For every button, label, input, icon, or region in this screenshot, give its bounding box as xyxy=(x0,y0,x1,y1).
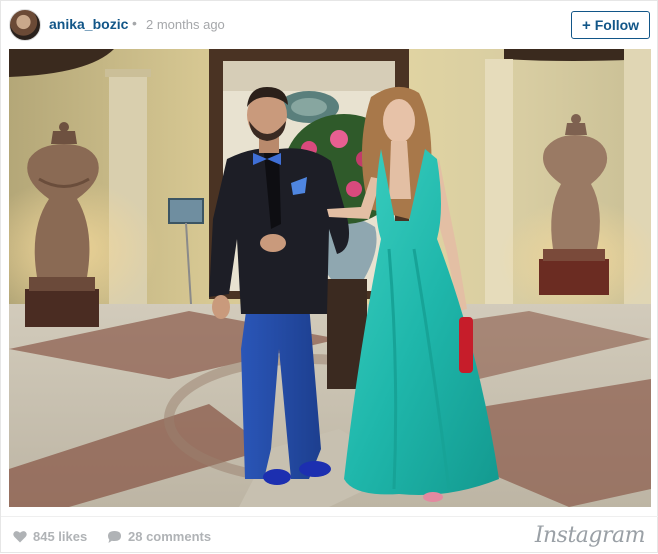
post-photo[interactable] xyxy=(9,49,651,507)
plus-icon: + xyxy=(581,16,591,34)
likes-count[interactable]: 845 likes xyxy=(13,529,87,544)
heart-icon xyxy=(13,531,27,543)
avatar[interactable] xyxy=(9,9,41,41)
post-time[interactable]: 2 months ago xyxy=(146,17,225,32)
separator-dot: • xyxy=(132,15,137,31)
comment-bubble-icon xyxy=(108,530,121,543)
comments-label: 28 comments xyxy=(128,529,212,544)
likes-label: 845 likes xyxy=(33,529,88,544)
follow-button[interactable]: + Follow xyxy=(571,11,650,39)
comments-count[interactable]: 28 comments xyxy=(107,529,211,544)
post-card: anika_bozic • 2 months ago + Follow 845 … xyxy=(0,0,658,553)
instagram-logo[interactable]: Instagram xyxy=(535,523,646,548)
follow-label: Follow xyxy=(594,17,640,33)
post-header: anika_bozic • 2 months ago + Follow xyxy=(1,1,658,49)
post-footer: 845 likes 28 comments Instagram xyxy=(1,516,658,554)
username-link[interactable]: anika_bozic xyxy=(49,16,128,32)
